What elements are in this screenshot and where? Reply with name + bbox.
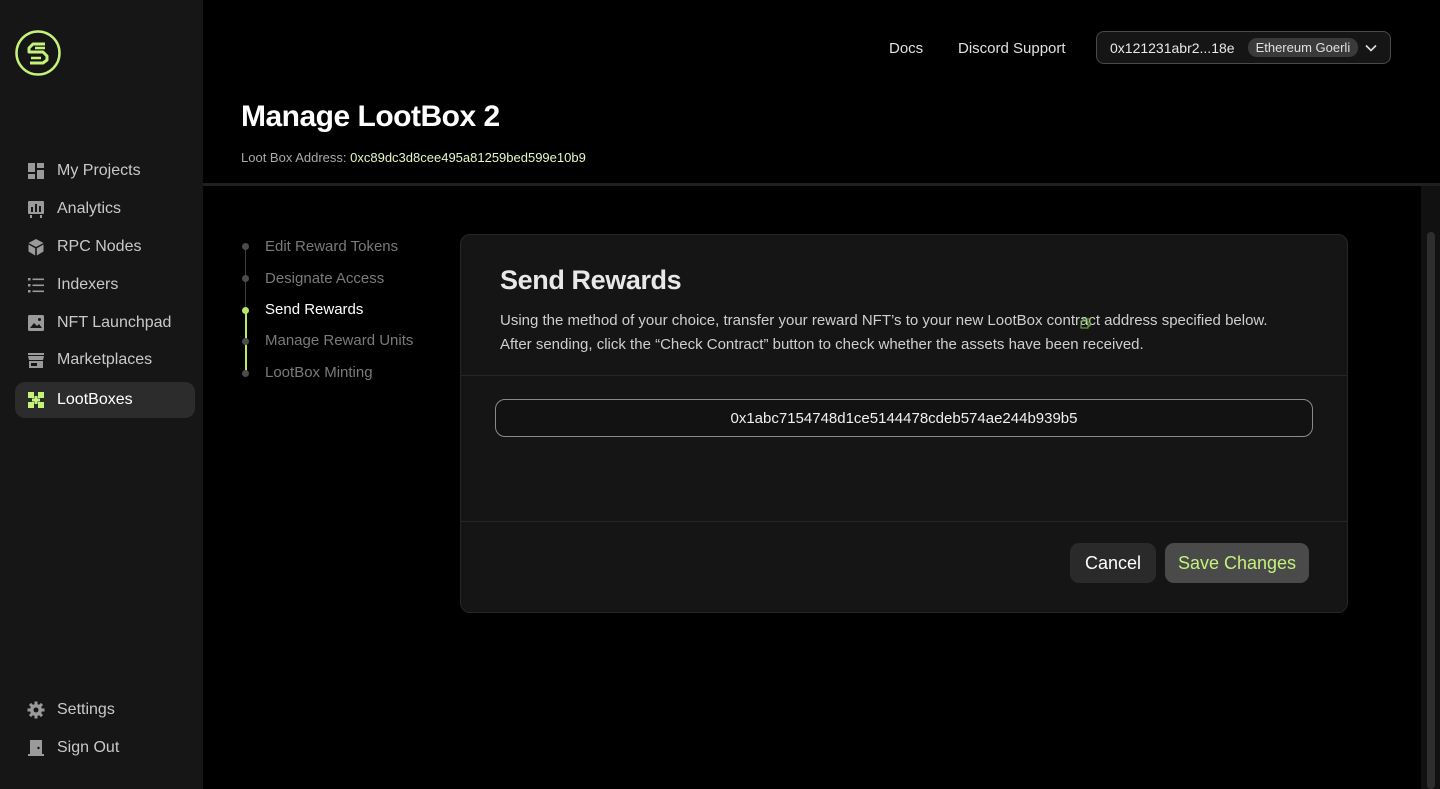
sidebar-item-my-projects[interactable]: My Projects [15, 153, 195, 189]
sidebar-item-rpc-nodes[interactable]: RPC Nodes [15, 229, 195, 265]
sidebar-item-label: Indexers [57, 276, 119, 293]
copy-cursor-icon [1080, 316, 1091, 329]
sidebar-item-label: Settings [57, 701, 115, 718]
step-designate-access[interactable]: Designate Access [265, 270, 384, 287]
card-description: Using the method of your choice, transfe… [500, 309, 1320, 357]
save-changes-button[interactable]: Save Changes [1165, 543, 1309, 583]
gear-icon [27, 701, 45, 719]
header-divider [203, 183, 1440, 186]
card-description-line: After sending, click the “Check Contract… [500, 336, 1144, 353]
sidebar-item-marketplaces[interactable]: Marketplaces [15, 342, 195, 378]
card-description-line: Using the method of your choice, transfe… [500, 312, 1268, 329]
card-divider [461, 375, 1347, 376]
signout-icon [27, 739, 45, 757]
lootbox-address-row: Loot Box Address: 0xc89dc3d8cee495a81259… [241, 150, 586, 165]
contract-address-field[interactable]: 0x1abc7154748d1ce5144478cdeb574ae244b939… [495, 399, 1313, 437]
card-divider [461, 521, 1347, 522]
chart-icon [27, 200, 45, 218]
sidebar-item-sign-out[interactable]: Sign Out [15, 730, 195, 766]
sidebar-item-label: Marketplaces [57, 351, 153, 368]
step-dot-active [242, 307, 249, 314]
step-lootbox-minting[interactable]: LootBox Minting [265, 364, 373, 381]
step-dot [242, 243, 249, 250]
send-rewards-card: Send Rewards Using the method of your ch… [460, 234, 1348, 613]
sidebar-item-label: Sign Out [57, 739, 120, 756]
sidebar-item-analytics[interactable]: Analytics [15, 191, 195, 227]
card-title: Send Rewards [500, 265, 682, 295]
page-title: Manage LootBox 2 [241, 100, 500, 133]
step-dot [242, 370, 249, 377]
network-badge: Ethereum Goerli [1247, 38, 1359, 57]
lootbox-icon [27, 391, 45, 409]
discord-support-link[interactable]: Discord Support [958, 32, 1066, 64]
image-icon [27, 314, 45, 332]
grid-icon [27, 162, 45, 180]
sidebar-item-label: RPC Nodes [57, 238, 142, 255]
wallet-address: 0x121231abr2...18e [1110, 39, 1235, 56]
sidebar-item-settings[interactable]: Settings [15, 692, 195, 728]
sidebar-item-label: Analytics [57, 200, 122, 217]
scrollbar-thumb[interactable] [1427, 232, 1435, 789]
lootbox-address-value[interactable]: 0xc89dc3d8cee495a81259bed599e10b9 [350, 150, 586, 165]
sidebar-item-label: My Projects [57, 162, 141, 179]
store-icon [27, 351, 45, 369]
step-edit-reward-tokens[interactable]: Edit Reward Tokens [265, 238, 398, 255]
wallet-selector[interactable]: 0x121231abr2...18e Ethereum Goerli [1096, 31, 1391, 64]
sidebar-item-lootboxes[interactable]: LootBoxes [15, 382, 195, 418]
step-manage-reward-units[interactable]: Manage Reward Units [265, 332, 413, 349]
cube-icon [27, 238, 45, 256]
docs-link[interactable]: Docs [889, 32, 923, 64]
sidebar-item-label: LootBoxes [57, 391, 133, 408]
cancel-button[interactable]: Cancel [1070, 543, 1156, 583]
list-icon [27, 276, 45, 294]
step-send-rewards[interactable]: Send Rewards [265, 301, 363, 318]
step-dot [242, 338, 249, 345]
sidebar-item-indexers[interactable]: Indexers [15, 267, 195, 303]
step-dot [242, 275, 249, 282]
chevron-down-icon [1364, 41, 1378, 58]
sidebar-item-label: NFT Launchpad [57, 314, 172, 331]
sidebar: My Projects Analytics RPC Nodes Indexers… [0, 0, 203, 789]
lootbox-address-label: Loot Box Address: [241, 150, 347, 165]
brand-logo-icon[interactable] [15, 30, 61, 76]
sidebar-item-nft-launchpad[interactable]: NFT Launchpad [15, 305, 195, 341]
